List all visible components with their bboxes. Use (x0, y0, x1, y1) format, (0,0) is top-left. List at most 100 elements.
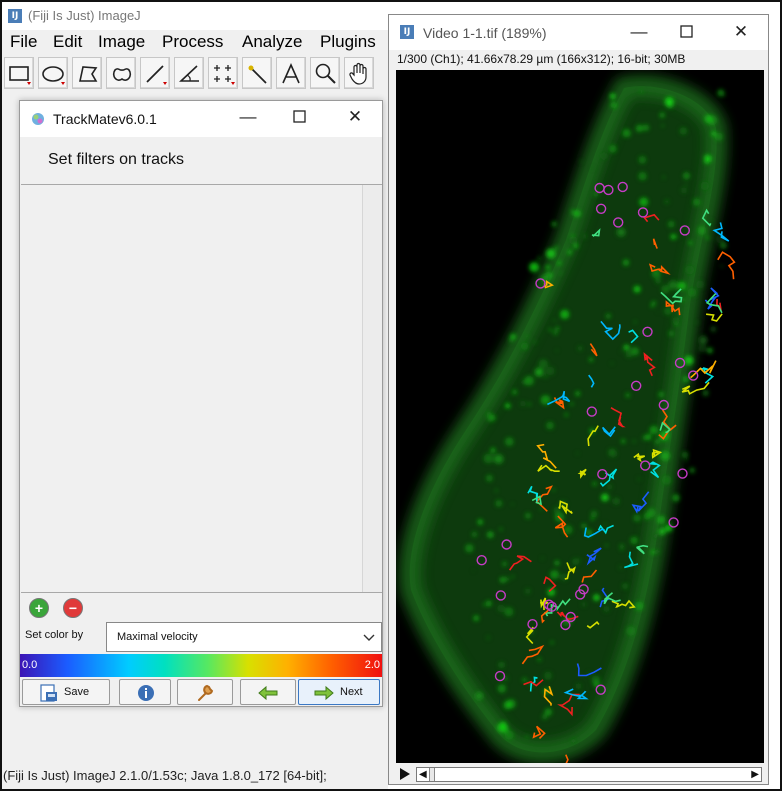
menu-image[interactable]: Image (98, 32, 145, 52)
fluorescence-speck (581, 601, 587, 607)
hand-tool-button[interactable] (344, 57, 374, 89)
video-window: IJ Video 1-1.tif (189%) — ✕ 1/300 (Ch1);… (388, 14, 769, 785)
fluorescence-speck (683, 172, 690, 180)
fluorescence-speck (623, 344, 630, 351)
wrench-icon (198, 684, 214, 701)
fluorescence-speck (571, 738, 576, 744)
fluorescence-speck (504, 437, 514, 446)
slider-right-arrow-icon[interactable]: ▶ (751, 769, 759, 780)
fluorescence-speck (637, 477, 641, 481)
fluorescence-speck (503, 700, 512, 710)
fluorescence-speck (649, 425, 659, 435)
fluorescence-speck (575, 391, 581, 397)
play-icon[interactable] (399, 767, 411, 781)
slider-left-arrow-icon[interactable]: ◀ (419, 769, 427, 780)
next-button[interactable]: Next (298, 679, 380, 705)
gradient-max-label: 2.0 (364, 659, 380, 671)
magnifier-tool-button[interactable] (310, 57, 340, 89)
fluorescence-speck (544, 671, 552, 680)
line-tool-button[interactable] (140, 57, 170, 89)
fluorescence-speck (534, 367, 544, 377)
wand-tool-button[interactable] (242, 57, 272, 89)
fluorescence-speck (482, 603, 486, 606)
fluorescence-speck (622, 129, 631, 138)
fluorescence-speck (630, 536, 638, 545)
fluorescence-speck (555, 326, 560, 331)
menu-file[interactable]: File (10, 32, 37, 52)
fluorescence-speck (692, 198, 701, 206)
fluorescence-speck (663, 306, 673, 316)
fluorescence-speck (684, 355, 694, 366)
frame-slider-track[interactable]: ◀ ▶ (416, 767, 762, 782)
arrow-right-icon (314, 685, 334, 701)
video-maximize-button[interactable] (677, 22, 697, 44)
video-titlebar[interactable]: IJ Video 1-1.tif (189%) — ✕ (389, 15, 768, 50)
filter-list-scrollbar[interactable] (362, 185, 382, 592)
fluorescence-speck (560, 574, 568, 581)
fluorescence-speck (546, 421, 554, 430)
polygon-tool-button[interactable] (72, 57, 102, 89)
trackmate-titlebar[interactable]: TrackMatev6.0.1 — ✕ (20, 101, 382, 137)
menu-process[interactable]: Process (162, 32, 223, 52)
minus-icon: − (68, 600, 78, 616)
trackmate-close-button[interactable]: ✕ (345, 107, 365, 127)
remove-filter-button[interactable]: − (63, 598, 83, 618)
trackmate-window-title: TrackMatev6.0.1 (53, 111, 157, 127)
rectangle-tool-button[interactable] (4, 57, 34, 89)
freehand-tool-button[interactable] (106, 57, 136, 89)
trackmate-maximize-button[interactable] (290, 107, 310, 129)
previous-button[interactable] (240, 679, 296, 705)
oval-tool-button[interactable] (38, 57, 68, 89)
fluorescence-speck (613, 498, 620, 505)
menu-edit[interactable]: Edit (53, 32, 82, 52)
add-filter-button[interactable]: + (29, 598, 49, 618)
frame-slider[interactable]: ◀ ▶ (396, 765, 764, 783)
fluorescence-speck (545, 248, 556, 259)
fluorescence-speck (524, 588, 531, 595)
trackmate-app-icon (32, 113, 44, 125)
filter-list-panel[interactable] (21, 184, 382, 593)
info-button[interactable] (119, 679, 171, 705)
save-button[interactable]: Save (22, 679, 110, 705)
fluorescence-speck (499, 577, 506, 583)
fluorescence-speck (495, 500, 503, 507)
fluorescence-speck (498, 662, 505, 668)
fluorescence-speck (576, 452, 579, 455)
settings-button[interactable] (177, 679, 233, 705)
menu-analyze[interactable]: Analyze (242, 32, 302, 52)
fluorescence-speck (473, 615, 480, 622)
angle-tool-button[interactable] (174, 57, 204, 89)
fluorescence-speck (650, 304, 654, 308)
video-minimize-button[interactable]: — (629, 22, 649, 42)
fluorescence-speck (600, 153, 607, 160)
fluorescence-speck (719, 241, 727, 249)
fluorescence-speck (546, 366, 555, 376)
point-tool-icon (214, 65, 235, 85)
fluorescence-speck (704, 155, 712, 163)
trackmate-minimize-button[interactable]: — (238, 107, 258, 127)
image-canvas[interactable] (396, 70, 764, 763)
menu-plugins[interactable]: Plugins (320, 32, 376, 52)
fluorescence-speck (610, 451, 617, 457)
fluorescence-speck (635, 124, 643, 132)
imagej-titlebar[interactable]: IJ (Fiji Is Just) ImageJ (2, 2, 388, 30)
fluorescence-speck (642, 435, 648, 441)
video-close-button[interactable]: ✕ (731, 22, 751, 42)
fluorescence-speck (550, 641, 554, 644)
color-by-dropdown[interactable]: Maximal velocity (106, 622, 382, 652)
fluorescence-speck (519, 400, 526, 407)
fluorescence-speck (676, 235, 680, 239)
fluorescence-speck (707, 115, 718, 126)
fluorescence-speck (477, 519, 483, 525)
point-tool-button[interactable] (208, 57, 238, 89)
fluorescence-speck (605, 544, 608, 547)
fluorescence-speck (493, 454, 504, 464)
fluorescence-speck (638, 156, 647, 164)
fluorescence-speck (698, 344, 707, 353)
frame-slider-thumb[interactable] (429, 768, 435, 781)
fluorescence-speck (511, 575, 515, 579)
fluorescence-speck (698, 335, 708, 345)
fluorescence-speck (684, 458, 689, 462)
fluorescence-speck (486, 411, 492, 417)
text-tool-button[interactable] (276, 57, 306, 89)
